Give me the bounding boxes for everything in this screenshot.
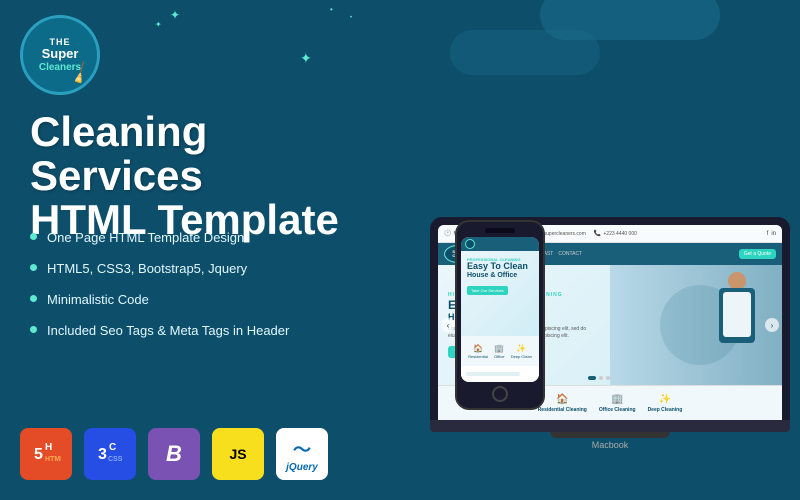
feature-text-2: Minimalistic Code [47,292,149,309]
service-residential: 🏠 Residential Cleaning [538,394,587,413]
service-office: 🏢 Office Cleaning [599,394,636,413]
phone-house-icon: 🏠 [473,344,483,353]
phone-services: 🏠 Residential 🏢 Office ✨ Deep Clean [461,336,539,366]
sparkle-1: ✦ [170,8,180,22]
svg-text:3: 3 [98,446,107,463]
badge-css3-label: 3 C CSS [95,437,125,471]
house-icon: 🏠 [556,394,568,405]
service-office-label: Office Cleaning [599,407,636,413]
hero-next-arrow[interactable]: › [765,318,779,332]
phone-deep-icon: ✨ [516,344,526,353]
badge-html5-label: 5 H HTML [31,437,61,471]
phone-hero-title: Easy To Clean [467,262,533,272]
feature-text-3: Included Seo Tags & Meta Tags in Header [47,323,289,340]
phone-office-icon: 🏢 [494,344,504,353]
cleaner-silhouette [712,270,762,380]
svg-text:H: H [45,442,52,453]
clock-icon: 🕐 [444,230,451,237]
jquery-wave-icon: 〜 [293,436,311,462]
badge-bs-label: B [166,441,182,467]
service-deep: ✨ Deep Cleaning [648,394,683,413]
phone-hero: PROFESSIONAL CLEANING Easy To Clean Hous… [461,251,539,336]
devices-area: 🕐 Mon-Fri 09:00am - 10:00pm ✉ info@super… [380,60,800,480]
logo-super: Super [42,47,79,61]
sparkle-2: ✦ [155,20,162,29]
sparkle-icon: ✨ [659,394,671,405]
laptop-brand-label: Macbook [430,440,790,450]
tech-badges: 5 H HTML 3 C CSS B JS 〜 jQuery [20,428,328,480]
hero-prev-arrow[interactable]: ‹ [441,318,455,332]
phone-service-3-label: Deep Clean [511,354,532,359]
phone-content-bar [466,372,520,376]
logo-area: THE Super Cleaners 🧹 [20,15,100,95]
hero-dot-active [588,376,596,380]
phone-service-3: ✨ Deep Clean [511,344,532,359]
phone-site-nav [461,237,539,251]
site-nav-cta[interactable]: Get a Quote [739,249,776,259]
feature-item-0: One Page HTML Template Design [30,230,289,247]
laptop-base [430,420,790,432]
feature-text-1: HTML5, CSS3, Bootstrap5, Jquery [47,261,247,278]
info-phone-text: +223 4440 000 [603,231,637,237]
logo-circle: THE Super Cleaners 🧹 [20,15,100,95]
sparkle-5: ✦ [300,50,312,67]
svg-text:C: C [109,442,116,453]
instagram-icon: in [771,231,776,237]
feature-bullet-2 [30,295,37,302]
phone-hero-subtitle: House & Office [467,272,533,279]
badge-css3: 3 C CSS [84,428,136,480]
cleaner-apron [723,292,751,337]
badge-jquery: 〜 jQuery [276,428,328,480]
feature-text-0: One Page HTML Template Design [47,230,244,247]
phone-mockup: PROFESSIONAL CLEANING Easy To Clean Hous… [455,220,545,410]
facebook-icon: f [767,231,769,237]
service-deep-label: Deep Cleaning [648,407,683,413]
phone-service-1-label: Residential [468,354,488,359]
phone-service-2-label: Office [494,354,504,359]
jquery-label: jQuery [286,462,318,473]
phone-home-button[interactable] [492,386,508,402]
hero-dots [588,376,610,380]
feature-bullet-3 [30,326,37,333]
phone-service-2: 🏢 Office [494,344,504,359]
sparkle-4: • [350,15,352,21]
heading-area: Cleaning Services HTML Template [30,110,370,242]
badge-javascript: JS [212,428,264,480]
phone-screen: PROFESSIONAL CLEANING Easy To Clean Hous… [461,237,539,382]
service-residential-label: Residential Cleaning [538,407,587,413]
feature-item-3: Included Seo Tags & Meta Tags in Header [30,323,289,340]
info-phone: 📞 +223 4440 000 [594,230,637,237]
main-title-line1: Cleaning Services [30,110,370,198]
badge-js-label: JS [229,446,246,462]
phone-notch [485,228,515,233]
badge-bootstrap5: B [148,428,200,480]
badge-html5: 5 H HTML [20,428,72,480]
feature-bullet-0 [30,233,37,240]
phone-logo [465,239,475,249]
feature-item-2: Minimalistic Code [30,292,289,309]
hero-dot-2 [606,376,610,380]
phone-outer: PROFESSIONAL CLEANING Easy To Clean Hous… [455,220,545,410]
phone-hero-cta[interactable]: Take Our Services [467,286,508,295]
laptop-stand [550,432,670,438]
nav-link-contact[interactable]: CONTACT [558,251,582,257]
phone-icon: 📞 [594,230,601,237]
feature-list: One Page HTML Template Design HTML5, CSS… [30,230,289,354]
social-icons: f in [767,231,776,237]
cleaner-figure [712,270,762,380]
svg-text:5: 5 [34,446,43,463]
svg-text:CSS: CSS [108,456,123,463]
sparkle-3: • [330,5,333,14]
phone-service-1: 🏠 Residential [468,344,488,359]
phone-extra-content [461,366,539,382]
svg-text:HTML: HTML [45,456,61,463]
hero-dot-1 [599,376,603,380]
feature-bullet-1 [30,264,37,271]
feature-item-1: HTML5, CSS3, Bootstrap5, Jquery [30,261,289,278]
office-icon: 🏢 [611,394,623,405]
